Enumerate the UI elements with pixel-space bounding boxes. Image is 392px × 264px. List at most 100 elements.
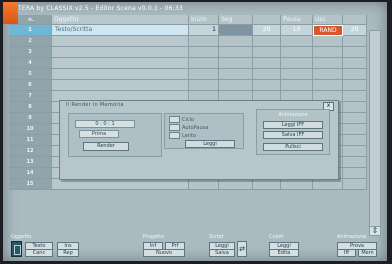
- usc-effect-cell[interactable]: RAND: [313, 25, 343, 36]
- script-salva-button[interactable]: Salva: [209, 249, 235, 257]
- seg-value-cell[interactable]: [253, 36, 281, 47]
- pausa-cell[interactable]: [281, 179, 313, 190]
- rep-button[interactable]: Rep: [57, 249, 79, 257]
- row-number: 14: [9, 168, 52, 179]
- inizio-cell[interactable]: 1: [189, 25, 219, 36]
- usc-value-cell[interactable]: [343, 69, 367, 80]
- header-seg-2: [253, 15, 281, 25]
- pausa-cell[interactable]: [281, 47, 313, 58]
- inizio-cell[interactable]: [189, 69, 219, 80]
- usc-effect-cell[interactable]: [313, 58, 343, 69]
- object-cell[interactable]: [52, 36, 189, 47]
- usc-effect-cell[interactable]: [313, 69, 343, 80]
- usc-value-cell[interactable]: [343, 47, 367, 58]
- seg-cell[interactable]: [219, 69, 253, 80]
- object-cell[interactable]: [52, 80, 189, 91]
- seg-value-cell[interactable]: [253, 69, 281, 80]
- salva-iff-button[interactable]: Salva IFF: [263, 131, 323, 139]
- usc-effect-cell[interactable]: [313, 47, 343, 58]
- iff-button[interactable]: Iff: [337, 249, 356, 257]
- table-row[interactable]: 5: [9, 69, 367, 80]
- table-row[interactable]: 6: [9, 80, 367, 91]
- object-cell[interactable]: [52, 69, 189, 80]
- checkbox-icon: [169, 116, 180, 123]
- row-number: 7: [9, 91, 52, 102]
- object-cell[interactable]: [52, 179, 189, 190]
- object-cell[interactable]: [52, 47, 189, 58]
- pausa-cell[interactable]: [281, 58, 313, 69]
- colori-group: Colori Leggi Edita: [267, 234, 311, 258]
- script-label: Script: [209, 234, 224, 240]
- table-row[interactable]: 15: [9, 179, 367, 190]
- usc-value-cell[interactable]: [343, 113, 367, 124]
- seg-value-cell[interactable]: [253, 58, 281, 69]
- seg-value-cell[interactable]: 20: [253, 25, 281, 36]
- seg-cell[interactable]: [219, 58, 253, 69]
- leggi-iff-button[interactable]: Leggi IFF: [263, 121, 323, 129]
- seg-value-cell[interactable]: [253, 179, 281, 190]
- usc-value-cell[interactable]: [343, 168, 367, 179]
- pausa-cell[interactable]: [281, 80, 313, 91]
- usc-value-cell[interactable]: [343, 146, 367, 157]
- nuovo-button[interactable]: Nuovo: [143, 249, 185, 257]
- inizio-cell[interactable]: [189, 58, 219, 69]
- option-ciclo[interactable]: Ciclo: [169, 116, 194, 124]
- row-number: 4: [9, 58, 52, 69]
- seg-cell[interactable]: [219, 47, 253, 58]
- object-cell[interactable]: Testo/Scritta: [52, 25, 189, 36]
- option-lento[interactable]: Lento: [169, 132, 196, 140]
- table-header: n. Oggetto Inizio Seg Pausa Usc: [9, 15, 367, 25]
- mode-field[interactable]: Prima: [79, 130, 119, 138]
- leggi-button[interactable]: Leggi: [185, 140, 235, 148]
- table-row[interactable]: 2: [9, 36, 367, 47]
- usc-value-cell[interactable]: [343, 157, 367, 168]
- time-field[interactable]: 0 : 0 : 1: [75, 120, 135, 128]
- usc-value-cell[interactable]: [343, 124, 367, 135]
- mem-button[interactable]: Mem: [358, 249, 377, 257]
- options-panel: Ciclo AutoPausa Lento Leggi: [164, 113, 244, 149]
- usc-value-cell[interactable]: [343, 58, 367, 69]
- header-seg: Seg: [219, 15, 253, 25]
- progetto-label: Progetto: [143, 234, 165, 240]
- seg-cell[interactable]: [219, 36, 253, 47]
- pausa-cell[interactable]: [281, 69, 313, 80]
- seg-value-cell[interactable]: [253, 80, 281, 91]
- usc-value-cell[interactable]: [343, 179, 367, 190]
- usc-value-cell[interactable]: [343, 135, 367, 146]
- usc-value-cell[interactable]: [343, 80, 367, 91]
- option-autopausa[interactable]: AutoPausa: [169, 124, 208, 132]
- window-title: TERA by CLASSIX v2.5 - Editor Scena v0.0…: [18, 5, 183, 12]
- render-button[interactable]: Render: [83, 142, 129, 151]
- seg-cell[interactable]: [219, 80, 253, 91]
- usc-effect-cell[interactable]: [313, 36, 343, 47]
- checkbox-icon: [169, 132, 180, 139]
- inizio-cell[interactable]: [189, 36, 219, 47]
- swap-arrow-icon[interactable]: ⇄: [237, 241, 247, 257]
- canc-button[interactable]: Canc: [25, 249, 53, 257]
- pausa-cell[interactable]: 10: [281, 25, 313, 36]
- colori-edita-button[interactable]: Edita: [269, 249, 299, 257]
- vertical-scrollbar[interactable]: [369, 30, 381, 234]
- seg-cell[interactable]: [219, 25, 253, 36]
- inizio-cell[interactable]: [189, 80, 219, 91]
- object-cell[interactable]: [52, 58, 189, 69]
- inizio-cell[interactable]: [189, 47, 219, 58]
- seg-cell[interactable]: [219, 179, 253, 190]
- usc-value-cell[interactable]: 20: [343, 25, 367, 36]
- table-row[interactable]: 3: [9, 47, 367, 58]
- pausa-cell[interactable]: [281, 36, 313, 47]
- object-icon[interactable]: [11, 241, 22, 257]
- usc-effect-cell[interactable]: [313, 80, 343, 91]
- usc-value-cell[interactable]: [343, 36, 367, 47]
- table-row[interactable]: 4: [9, 58, 367, 69]
- usc-effect-cell[interactable]: [313, 179, 343, 190]
- usc-value-cell[interactable]: [343, 102, 367, 113]
- table-row-selected[interactable]: 1 Testo/Scritta 1 20 10 RAND 20: [9, 25, 367, 36]
- pulisci-button[interactable]: Pulisci: [263, 143, 323, 151]
- seg-value-cell[interactable]: [253, 47, 281, 58]
- animazione-group: Animazione Prova Iff Mem: [335, 234, 381, 258]
- inizio-cell[interactable]: [189, 179, 219, 190]
- orange-tab[interactable]: [3, 2, 18, 24]
- usc-value-cell[interactable]: [343, 91, 367, 102]
- header-pausa: Pausa: [281, 15, 313, 25]
